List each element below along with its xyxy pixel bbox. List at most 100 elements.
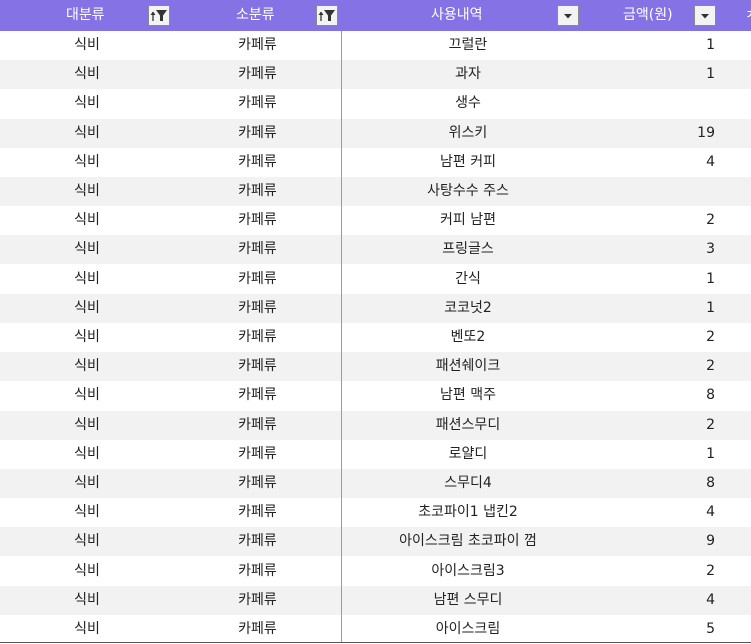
- table-row[interactable]: 식비 카페류 초코파이1 냅킨2 4: [0, 498, 751, 527]
- category-cell[interactable]: 식비: [0, 557, 174, 586]
- item-cell[interactable]: 사탕수수 주스: [341, 177, 595, 206]
- amount-cell[interactable]: 8: [595, 469, 715, 498]
- item-cell[interactable]: 생수: [341, 89, 595, 118]
- amount-cell[interactable]: 4: [595, 586, 715, 615]
- sort-filter-subcategory-button[interactable]: [316, 5, 338, 26]
- subcategory-cell[interactable]: 카페류: [174, 294, 341, 323]
- amount-cell[interactable]: 4: [595, 148, 715, 177]
- category-cell[interactable]: 식비: [0, 498, 174, 527]
- amount-cell[interactable]: 8: [595, 381, 715, 410]
- subcategory-cell[interactable]: 카페류: [174, 352, 341, 381]
- table-row[interactable]: 식비 카페류 벤또2 2: [0, 323, 751, 352]
- category-cell[interactable]: 식비: [0, 615, 174, 644]
- amount-cell[interactable]: 19: [595, 119, 715, 148]
- amount-cell[interactable]: 2: [595, 352, 715, 381]
- amount-cell[interactable]: [595, 89, 715, 118]
- subcategory-cell[interactable]: 카페류: [174, 615, 341, 644]
- amount-cell[interactable]: 1: [595, 294, 715, 323]
- category-cell[interactable]: 식비: [0, 60, 174, 89]
- item-cell[interactable]: 패션스무디: [341, 411, 595, 440]
- table-row[interactable]: 식비 카페류 아이스크림 5: [0, 615, 751, 644]
- category-cell[interactable]: 식비: [0, 294, 174, 323]
- amount-cell[interactable]: 3: [595, 235, 715, 264]
- table-row[interactable]: 식비 카페류 프링글스 3: [0, 235, 751, 264]
- item-cell[interactable]: 끄럴란: [341, 31, 595, 60]
- subcategory-cell[interactable]: 카페류: [174, 265, 341, 294]
- table-row[interactable]: 식비 카페류 남편 커피 4: [0, 148, 751, 177]
- item-cell[interactable]: 패션쉐이크: [341, 352, 595, 381]
- category-cell[interactable]: 식비: [0, 89, 174, 118]
- category-cell[interactable]: 식비: [0, 119, 174, 148]
- item-cell[interactable]: 아이스크림 초코파이 껌: [341, 527, 595, 556]
- table-row[interactable]: 식비 카페류 남편 맥주 8: [0, 381, 751, 410]
- category-cell[interactable]: 식비: [0, 265, 174, 294]
- subcategory-cell[interactable]: 카페류: [174, 60, 341, 89]
- item-cell[interactable]: 남편 스무디: [341, 586, 595, 615]
- item-cell[interactable]: 아이스크림: [341, 615, 595, 644]
- item-cell[interactable]: 초코파이1 냅킨2: [341, 498, 595, 527]
- item-cell[interactable]: 로얄디: [341, 440, 595, 469]
- subcategory-cell[interactable]: 카페류: [174, 440, 341, 469]
- amount-cell[interactable]: 2: [595, 323, 715, 352]
- category-cell[interactable]: 식비: [0, 586, 174, 615]
- table-row[interactable]: 식비 카페류 끄럴란 1: [0, 31, 751, 60]
- category-cell[interactable]: 식비: [0, 440, 174, 469]
- item-cell[interactable]: 벤또2: [341, 323, 595, 352]
- subcategory-cell[interactable]: 카페류: [174, 148, 341, 177]
- subcategory-cell[interactable]: 카페류: [174, 411, 341, 440]
- category-cell[interactable]: 식비: [0, 527, 174, 556]
- category-cell[interactable]: 식비: [0, 206, 174, 235]
- amount-cell[interactable]: 1: [595, 31, 715, 60]
- amount-cell[interactable]: 1: [595, 265, 715, 294]
- subcategory-cell[interactable]: 카페류: [174, 235, 341, 264]
- category-cell[interactable]: 식비: [0, 411, 174, 440]
- table-row[interactable]: 식비 카페류 패션스무디 2: [0, 411, 751, 440]
- item-cell[interactable]: 남편 맥주: [341, 381, 595, 410]
- subcategory-cell[interactable]: 카페류: [174, 31, 341, 60]
- item-cell[interactable]: 스무디4: [341, 469, 595, 498]
- subcategory-cell[interactable]: 카페류: [174, 586, 341, 615]
- amount-cell[interactable]: [595, 177, 715, 206]
- table-row[interactable]: 식비 카페류 로얄디 1: [0, 440, 751, 469]
- item-cell[interactable]: 커피 남편: [341, 206, 595, 235]
- sort-filter-category-button[interactable]: [148, 5, 170, 26]
- table-row[interactable]: 식비 카페류 아이스크림 초코파이 껌9: [0, 527, 751, 556]
- table-row[interactable]: 식비 카페류 스무디4 8: [0, 469, 751, 498]
- item-cell[interactable]: 프링글스: [341, 235, 595, 264]
- table-row[interactable]: 식비 카페류 간식 1: [0, 265, 751, 294]
- category-cell[interactable]: 식비: [0, 148, 174, 177]
- subcategory-cell[interactable]: 카페류: [174, 381, 341, 410]
- subcategory-cell[interactable]: 카페류: [174, 119, 341, 148]
- amount-cell[interactable]: 9: [595, 527, 715, 556]
- item-cell[interactable]: 간식: [341, 265, 595, 294]
- item-cell[interactable]: 남편 커피: [341, 148, 595, 177]
- item-cell[interactable]: 과자: [341, 60, 595, 89]
- subcategory-cell[interactable]: 카페류: [174, 323, 341, 352]
- amount-cell[interactable]: 1: [595, 440, 715, 469]
- subcategory-cell[interactable]: 카페류: [174, 527, 341, 556]
- table-row[interactable]: 식비 카페류 위스키 19: [0, 119, 751, 148]
- table-row[interactable]: 식비 카페류 패션쉐이크 2: [0, 352, 751, 381]
- item-cell[interactable]: 코코넛2: [341, 294, 595, 323]
- subcategory-cell[interactable]: 카페류: [174, 498, 341, 527]
- table-row[interactable]: 식비 카페류 코코넛2 1: [0, 294, 751, 323]
- amount-cell[interactable]: 2: [595, 206, 715, 235]
- dropdown-amount-button[interactable]: [694, 5, 716, 26]
- amount-cell[interactable]: 1: [595, 60, 715, 89]
- category-cell[interactable]: 식비: [0, 323, 174, 352]
- category-cell[interactable]: 식비: [0, 177, 174, 206]
- table-row[interactable]: 식비 카페류 과자 1: [0, 60, 751, 89]
- category-cell[interactable]: 식비: [0, 235, 174, 264]
- subcategory-cell[interactable]: 카페류: [174, 89, 341, 118]
- item-cell[interactable]: 위스키: [341, 119, 595, 148]
- table-row[interactable]: 식비 카페류 생수: [0, 89, 751, 118]
- category-cell[interactable]: 식비: [0, 381, 174, 410]
- item-cell[interactable]: 아이스크림3: [341, 557, 595, 586]
- dropdown-item-button[interactable]: [557, 5, 579, 26]
- table-row[interactable]: 식비 카페류 아이스크림3 2: [0, 557, 751, 586]
- subcategory-cell[interactable]: 카페류: [174, 557, 341, 586]
- amount-cell[interactable]: 5: [595, 615, 715, 644]
- subcategory-cell[interactable]: 카페류: [174, 177, 341, 206]
- category-cell[interactable]: 식비: [0, 31, 174, 60]
- subcategory-cell[interactable]: 카페류: [174, 206, 341, 235]
